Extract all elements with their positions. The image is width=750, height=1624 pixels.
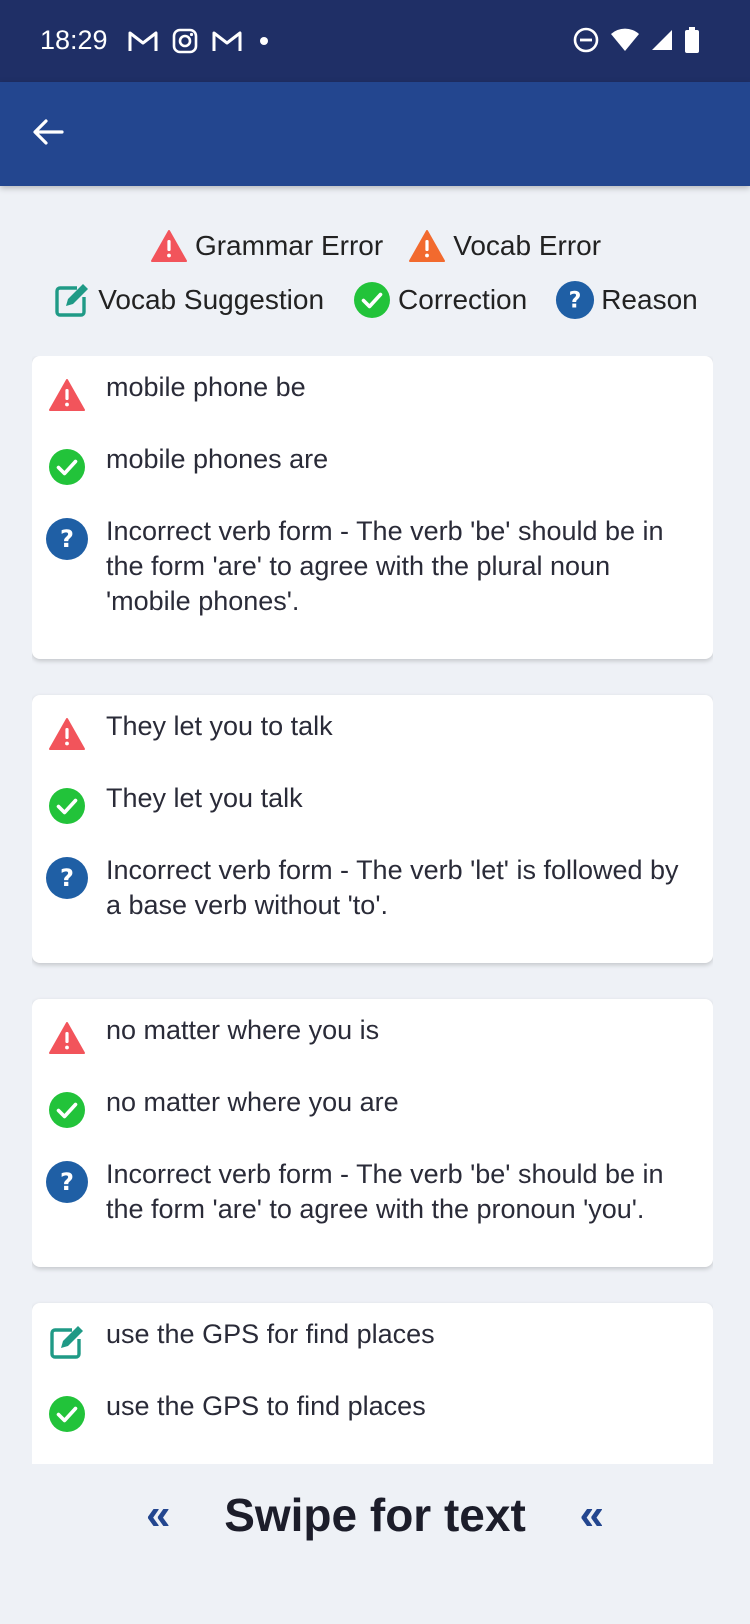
reason-text: Incorrect verb form - The verb 'be' shou… [106, 516, 664, 616]
footer: « Swipe for text « [0, 1464, 750, 1624]
check-circle-icon [44, 783, 90, 829]
do-not-disturb-icon [572, 26, 600, 59]
grammar-error-icon [44, 372, 90, 418]
legend-correction: Correction [352, 280, 527, 320]
question-circle-icon: ? [555, 280, 595, 320]
cell-signal-icon [650, 28, 674, 57]
check-circle-icon [44, 444, 90, 490]
correction-row: They let you talk [44, 781, 689, 829]
legend: Grammar Error Vocab Error Vocab Suggesti… [0, 222, 750, 324]
legend-vocab-suggestion: Vocab Suggestion [52, 280, 324, 320]
svg-text:?: ? [60, 525, 74, 553]
status-bar: 18:29 [0, 0, 750, 82]
swipe-for-text-label[interactable]: Swipe for text [224, 1488, 526, 1542]
feedback-card[interactable]: They let you to talk They let you talk ?… [32, 695, 713, 963]
grammar-error-icon [44, 1015, 90, 1061]
svg-text:?: ? [60, 1168, 74, 1196]
legend-reason-label: Reason [601, 284, 698, 315]
question-circle-icon: ? [44, 516, 90, 562]
check-circle-icon [44, 1087, 90, 1133]
reason-row: ? Incorrect verb form - The verb 'be' sh… [44, 1157, 689, 1227]
arrow-left-icon [32, 118, 64, 151]
question-circle-icon: ? [44, 855, 90, 901]
instagram-icon [171, 27, 199, 60]
svg-text:?: ? [569, 289, 582, 314]
legend-vocab-suggestion-label: Vocab Suggestion [98, 284, 325, 315]
error-text: They let you to talk [106, 711, 333, 741]
correction-row: use the GPS to find places [44, 1389, 689, 1437]
system-icons [572, 26, 700, 59]
wifi-icon [610, 27, 640, 58]
question-circle-icon: ? [44, 1159, 90, 1205]
app-bar [0, 82, 750, 186]
correction-row: no matter where you are [44, 1085, 689, 1133]
correction-text: mobile phones are [106, 444, 329, 474]
edit-icon [52, 280, 92, 320]
edit-icon [44, 1319, 90, 1365]
feedback-card[interactable]: no matter where you is no matter where y… [32, 999, 713, 1267]
vocab-error-icon [407, 226, 447, 266]
reason-text: Incorrect verb form - The verb 'let' is … [106, 855, 679, 920]
grammar-error-icon [149, 226, 189, 266]
dot-icon [255, 32, 273, 55]
notification-icons [127, 27, 273, 60]
check-circle-icon [352, 280, 392, 320]
gmail-icon [127, 29, 159, 58]
status-time: 18:29 [40, 25, 108, 55]
correction-text: They let you talk [106, 783, 303, 813]
svg-text:?: ? [60, 864, 74, 892]
feedback-card[interactable]: mobile phone be mobile phones are ? Inco… [32, 356, 713, 659]
error-text: no matter where you is [106, 1015, 380, 1045]
reason-row: ? Incorrect verb form - The verb 'let' i… [44, 853, 689, 923]
legend-grammar-error-label: Grammar Error [194, 230, 384, 261]
back-button[interactable] [26, 112, 70, 156]
legend-vocab-error: Vocab Error [407, 226, 601, 266]
error-text: mobile phone be [106, 372, 306, 402]
reason-row: ? Incorrect verb form - The verb 'be' sh… [44, 514, 689, 619]
grammar-error-icon [44, 711, 90, 757]
legend-vocab-error-label: Vocab Error [453, 230, 602, 261]
legend-grammar-error: Grammar Error [149, 226, 383, 266]
suggestion-row: use the GPS for find places [44, 1317, 689, 1365]
error-row: mobile phone be [44, 370, 689, 418]
legend-reason: ? Reason [555, 280, 698, 320]
error-row: no matter where you is [44, 1013, 689, 1061]
correction-text: no matter where you are [106, 1087, 399, 1117]
check-circle-icon [44, 1391, 90, 1437]
swipe-prompt[interactable]: « Swipe for text « [0, 1488, 750, 1542]
error-row: They let you to talk [44, 709, 689, 757]
feedback-card[interactable]: use the GPS for find places use the GPS … [32, 1303, 713, 1464]
double-chevron-left-icon[interactable]: « [564, 1490, 620, 1540]
gmail-icon [211, 29, 243, 58]
correction-row: mobile phones are [44, 442, 689, 490]
battery-icon [684, 26, 700, 59]
feedback-list[interactable]: mobile phone be mobile phones are ? Inco… [32, 356, 713, 1464]
reason-text: Incorrect verb form - The verb 'be' shou… [106, 1159, 664, 1224]
legend-correction-label: Correction [398, 284, 528, 315]
double-chevron-left-icon[interactable]: « [130, 1490, 186, 1540]
correction-text: use the GPS to find places [106, 1391, 426, 1421]
suggestion-text: use the GPS for find places [106, 1319, 435, 1349]
